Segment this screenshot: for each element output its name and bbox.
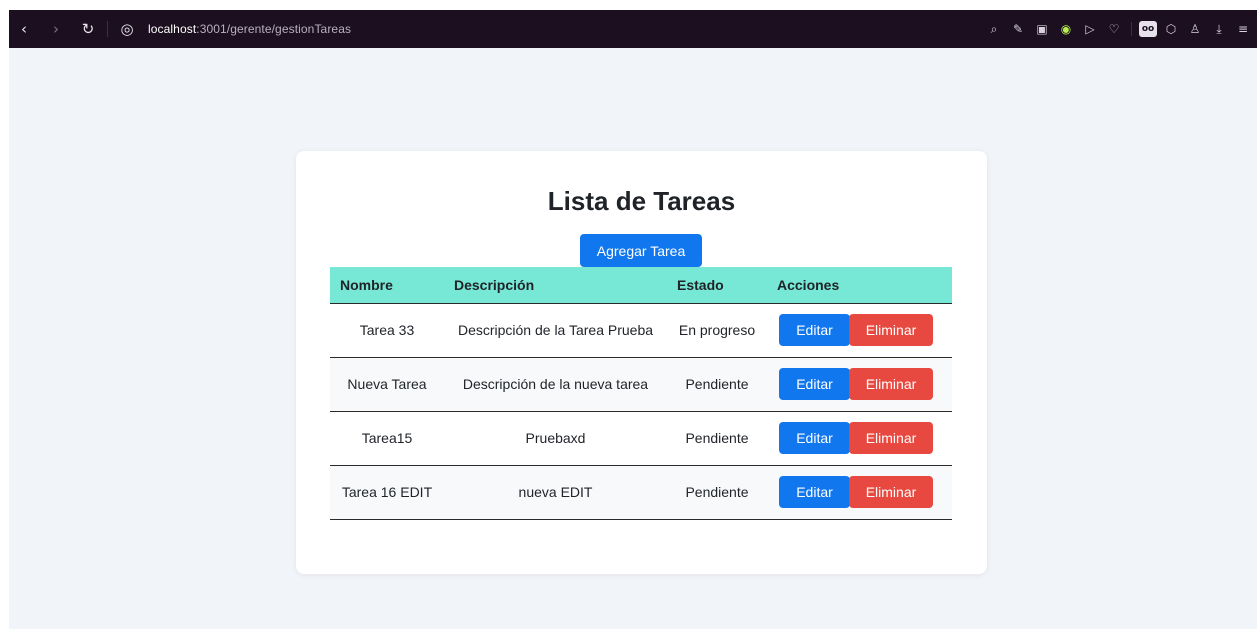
table-row: Tarea15 Pruebaxd Pendiente Editar Elimina…: [330, 411, 952, 466]
delete-button[interactable]: Eliminar: [849, 422, 933, 454]
task-description: Descripción de la Tarea Prueba: [444, 303, 667, 358]
task-card: Lista de Tareas Agregar Tarea Nombre Des…: [296, 151, 987, 574]
extension-icon[interactable]: oo: [1139, 21, 1157, 37]
delete-button[interactable]: Eliminar: [849, 368, 933, 400]
header-estado: Estado: [667, 267, 767, 304]
task-name: Tarea 33: [330, 303, 444, 358]
search-icon[interactable]: ⌕: [984, 19, 1004, 39]
cube-icon[interactable]: ⬡: [1161, 19, 1181, 39]
table-header-row: Nombre Descripción Estado Acciones: [330, 267, 952, 304]
shield-icon[interactable]: ◉: [1056, 19, 1076, 39]
url-path: :3001/gerente/gestionTareas: [196, 22, 352, 36]
delete-button[interactable]: Eliminar: [849, 314, 933, 346]
camera-icon[interactable]: ▣: [1032, 19, 1052, 39]
task-status: Pendiente: [667, 357, 767, 412]
task-name: Tarea15: [330, 411, 444, 466]
delete-button[interactable]: Eliminar: [849, 476, 933, 508]
page-title: Lista de Tareas: [547, 186, 736, 216]
task-status: Pendiente: [667, 411, 767, 466]
menu-icon[interactable]: ≡: [1233, 19, 1253, 39]
task-name: Nueva Tarea: [330, 357, 444, 412]
reload-icon[interactable]: ↻: [77, 18, 99, 40]
table-row: Tarea 16 EDIT nueva EDIT Pendiente Edita…: [330, 465, 952, 520]
forward-icon[interactable]: ›: [45, 18, 67, 40]
table-row: Tarea 33 Descripción de la Tarea Prueba …: [330, 303, 952, 358]
browser-toolbar: ‹ › ↻ ◎ localhost:3001/gerente/gestionTa…: [9, 10, 1257, 48]
edit-icon[interactable]: ✎: [1008, 19, 1028, 39]
toolbar-divider: [107, 21, 108, 37]
add-task-button[interactable]: Agregar Tarea: [580, 234, 702, 267]
task-description: nueva EDIT: [444, 465, 667, 520]
toolbar-actions: ⌕ ✎ ▣ ◉ ▷ ♡ oo ⬡ ♙ ⤓ ≡: [984, 19, 1257, 39]
task-actions: Editar Eliminar: [767, 465, 952, 520]
address-bar[interactable]: localhost:3001/gerente/gestionTareas: [148, 22, 351, 36]
task-actions: Editar Eliminar: [767, 357, 952, 412]
toolbar-divider: [1131, 22, 1132, 36]
header-nombre: Nombre: [330, 267, 444, 304]
page-viewport: Lista de Tareas Agregar Tarea Nombre Des…: [9, 48, 1257, 629]
globe-icon: ◎: [120, 20, 134, 38]
task-name: Tarea 16 EDIT: [330, 465, 444, 520]
heart-icon[interactable]: ♡: [1104, 19, 1124, 39]
download-icon[interactable]: ⤓: [1209, 19, 1229, 39]
task-actions: Editar Eliminar: [767, 303, 952, 358]
task-description: Descripción de la nueva tarea: [444, 357, 667, 412]
table-row: Nueva Tarea Descripción de la nueva tare…: [330, 357, 952, 412]
edit-button[interactable]: Editar: [779, 476, 850, 508]
header-acciones: Acciones: [767, 267, 952, 304]
profile-icon[interactable]: ♙: [1185, 19, 1205, 39]
tasks-table: Nombre Descripción Estado Acciones Tarea…: [330, 267, 952, 520]
back-icon[interactable]: ‹: [13, 18, 35, 40]
task-status: En progreso: [667, 303, 767, 358]
task-status: Pendiente: [667, 465, 767, 520]
url-host: localhost: [148, 22, 197, 36]
edit-button[interactable]: Editar: [779, 368, 850, 400]
task-description: Pruebaxd: [444, 411, 667, 466]
edit-button[interactable]: Editar: [779, 314, 850, 346]
header-descripcion: Descripción: [444, 267, 667, 304]
task-actions: Editar Eliminar: [767, 411, 952, 466]
send-icon[interactable]: ▷: [1080, 19, 1100, 39]
edit-button[interactable]: Editar: [779, 422, 850, 454]
